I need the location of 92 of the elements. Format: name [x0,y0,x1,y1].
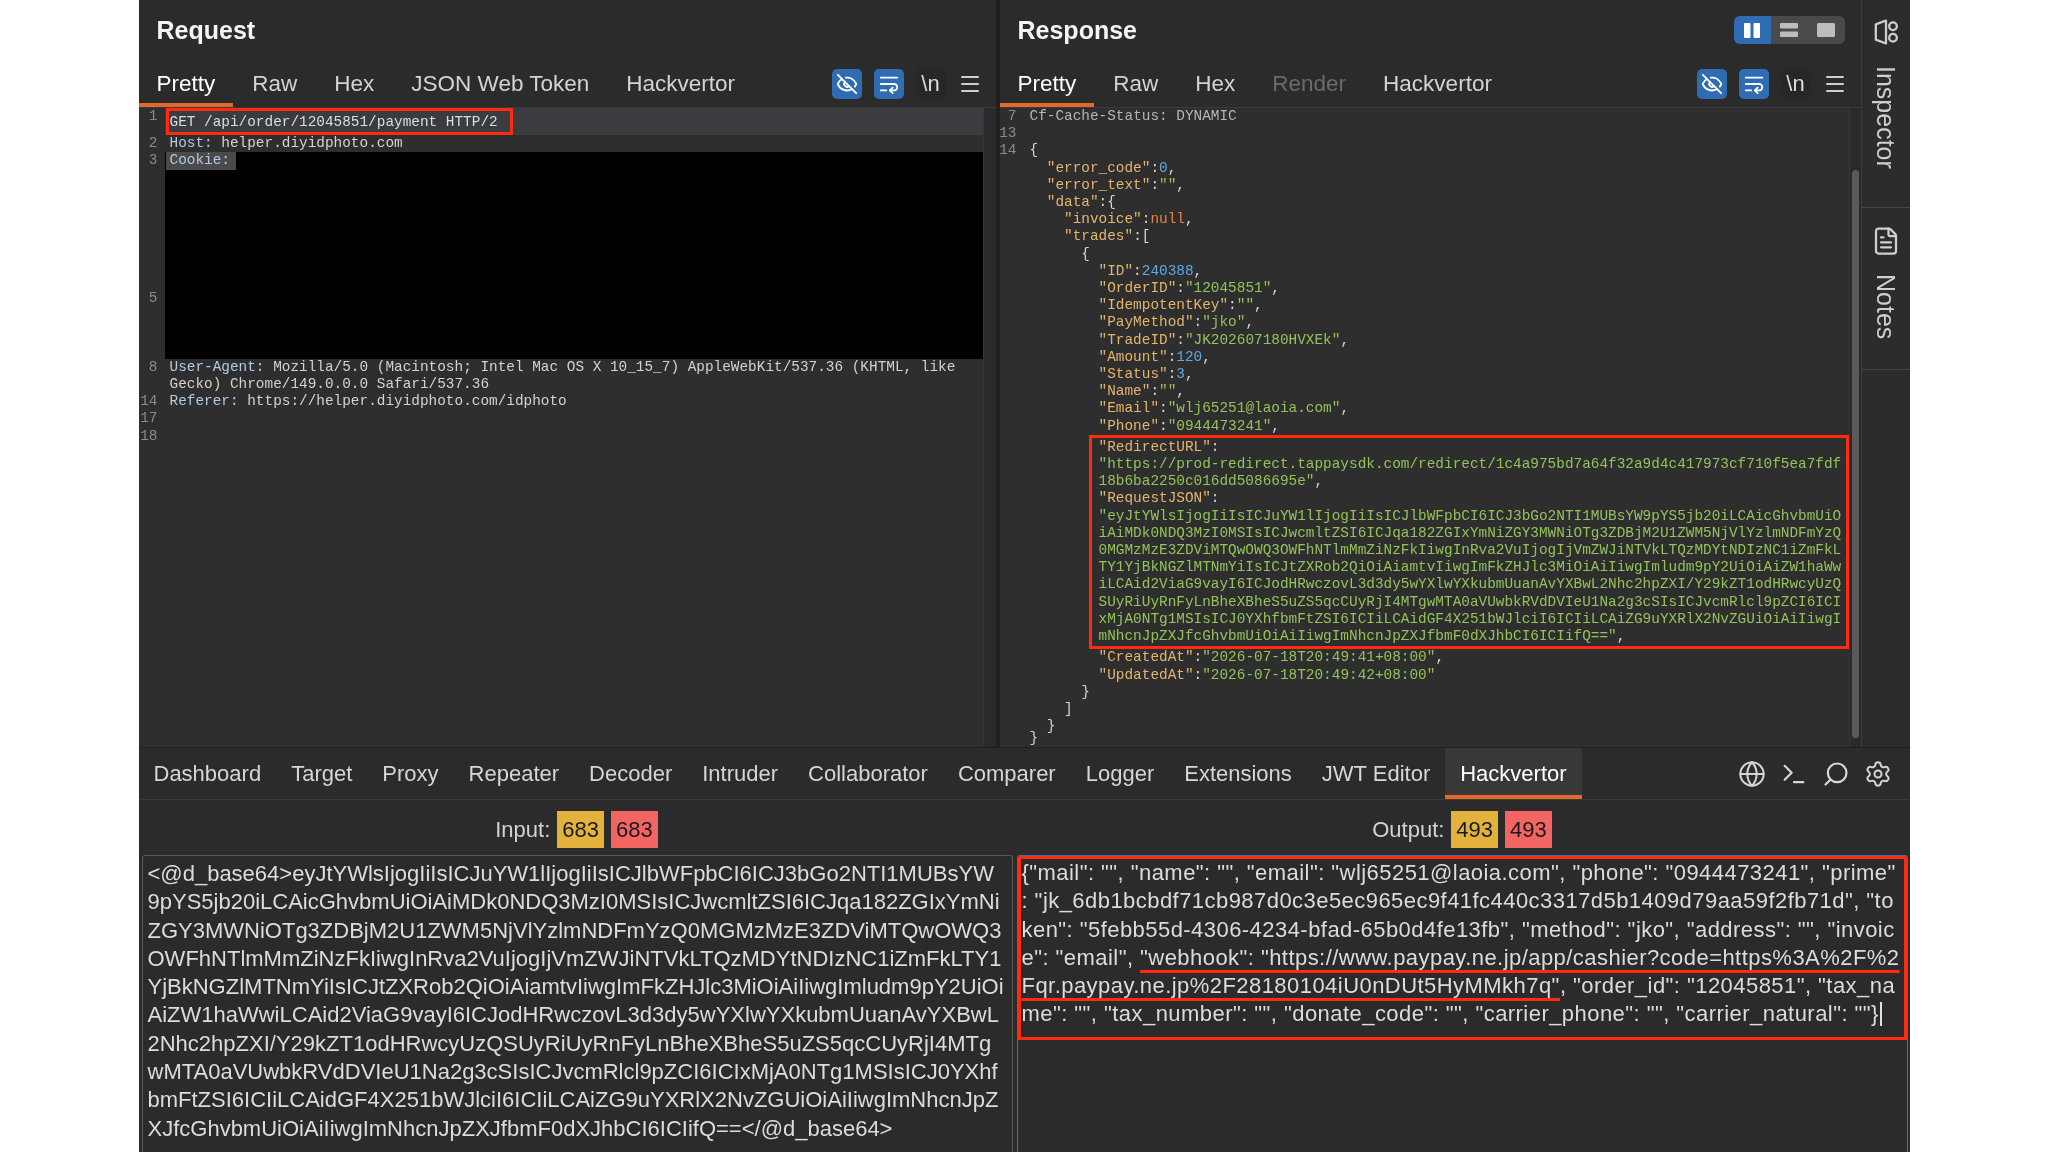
globe-icon[interactable] [1737,759,1766,788]
code-line: ] [1064,700,1074,719]
sidebar-tab[interactable]: Notes [1861,207,1910,371]
code-line: } [1046,718,1057,736]
search-icon[interactable] [1821,759,1850,788]
code-line: "trades":[ [1064,228,1152,246]
wrap-toggle[interactable] [873,68,904,99]
wrap-toggle[interactable] [1738,68,1769,99]
tool-tab[interactable]: JWT Editor [1306,748,1446,799]
input-field[interactable]: <@d_base64>eyJtYWlsIjogIiIsICJuYW1lIjogIiIsICJlbWFpbCI6ICJ3bGo2NTI1MUBsYW9pYS5jb20iLCAicGhvbmUiOiAiMDk0NDQ3MzI0MSIsICJwcmltZSI6ICJqa182ZGIxYmNiZGY3MWNiOTg3ZDBjM2U1ZWM5NjVlYzlmNDFmYzQ0MGMzMzE3ZDViMTQwOWQ3OWFhNTlmMmZiNzFkIiwgInRva2VuIjogIjVmZWJiNTVkLTQzMDYtNDIzNC1iZmFkLTY1YjBkNGZlMTNmYiIsICJtZXRob2QiOiAiamtvIiwgImFkZHJlc3MiOiAiIiwgImludm9pY2UiOiAiZW1haWwiLCAid2ViaG9vayI6ICJodHRwczovL3d3dy5wYXlwYXkubmUuanAvYXBwL2Nhc2hpZXI/Y29kZT1odHRwcyUzQSUyRiUyRnFyLnBheXBheS5uZS5qcCUyRjI4MTgwMTA0aVUwbkRVdDVIeU1Na2g3cSIsICJvcmRlcl9pZCI6ICIxMjA0NTg1MSIsICJ0YXhfbmFtZSI6ICIiLCAidGF4X251bWJlciI6ICIiLCAiZG9uYXRlX2NvZGUiOiAiIiwgImNhcnJpZXJfcGhvbmUiOiAiIiwgImNhcnJpZXJfbmF0dXJhbCI6ICIifQ==</@d_base64> [141,855,1013,1152]
tool-tab[interactable]: Repeater [453,748,575,799]
line-number: 5 [148,290,158,306]
line-number: 2 [148,135,158,152]
newline-toggle[interactable]: \n [1780,68,1811,99]
code-line: "error_text":"", [1046,176,1186,194]
line-number: 7 [1007,108,1017,124]
code-line: "eyJtYWlsIjogIiIsICJuYW1lIjogIiIsICJlbWFpbCI6ICJ3bGo2NTI1MUBsYW9pYS5jb20iLCAicGhvbmUiOiAiMDk0NDQ3MzI0MSIsICJwcmltZSI6ICJqa182ZGIxYmNiZGY3MWNiOTg3ZDBjM2U1ZWM5NjVlYzlmNDFmYzQ0MGMzMzE3ZDViMTQwOWQ3OWFhNTlmMmZiNzFkIiwgInRva2VuIjogIjVmZWJiNTVkLTQzMDYtNDIzNC1iZmFkLTY1YjBkNGZlMTNmYiIsICJtZXRob2QiOiAiamtvIiwgImFkZHJlc3MiOiAiIiwgImludm9pY2UiOiAiZW1haWwiLCAid2ViaG9vayI6ICJodHRwczovL3d3dy5wYXlwYXkubmUuanAvYXBwL2Nhc2hpZXI/Y29kZT1odHRwcyUzQSUyRiUyRnFyLnBheXBheS5uZS5qcCUyRjI4MTgwMTA0aVUwbkRVdDVIeU1Na2g3cSIsICJvcmRlcl9pZCI6ICIxMjA0NTg1MSIsICJ0YXhfbmFtZSI6ICIiLCAidGF4X251bWJlciI6ICIiLCAiZG9uYXRlX2NvZGUiOiAiIiwgImNhcnJpZXJfcGhvbmUiOiAiIiwgImNhcnJpZXJfbmF0dXJhbCI6ICIifQ==", [1098,507,1843,646]
code-line: "Amount":120, [1098,348,1212,367]
line-number: 13 [999,125,1017,142]
view-tab[interactable]: Raw [1094,60,1177,107]
scrollbar-thumb[interactable] [1851,170,1859,738]
view-tab[interactable]: Hackvertor [607,60,754,107]
code-line: Referer: https://helper.diyidphoto.com/idphoto [169,393,568,411]
tool-tab[interactable]: Dashboard [138,748,277,799]
code-line: { [1029,142,1040,160]
code-line: "Status":3, [1098,366,1195,384]
rectangle-icon [1817,23,1835,37]
line-number: 17 [140,410,158,427]
count-badge: 683 [611,811,658,848]
code-line: } [1029,729,1040,747]
code-line: "error_code":0, [1046,159,1178,177]
panel-title: Request [156,15,256,45]
code-line: "ID":240388, [1098,262,1204,281]
code-line: "https://prod-redirect.tappaysdk.com/redirect/1c4a975bd7a64f32a9d4c417973cf710f5ea7fdf18b6ba2250c016dd5086695e", [1098,456,1843,491]
newline-toggle[interactable]: \n [915,68,946,99]
line-number: 8 [148,358,158,375]
tool-tab[interactable]: Comparer [942,748,1071,799]
code-line: "OrderID":"12045851", [1098,280,1281,298]
scrollbar-track[interactable] [982,108,996,747]
tool-tab[interactable]: Hackvertor [1445,748,1582,799]
code-line: "Phone":"0944473241", [1098,417,1281,435]
columns-icon [1744,22,1760,38]
rows-icon [1780,23,1798,37]
line-number: 14 [140,393,158,410]
view-tab[interactable]: Hackvertor [1364,60,1510,107]
code-line: GET /api/order/12045851/payment HTTP/2 [169,114,498,132]
output-field[interactable] [1016,855,1908,1152]
code-line: "invoice":null, [1064,211,1195,229]
line-number: 18 [140,427,158,444]
code-line: "data":{ [1046,194,1117,212]
code-line: Host: helper.diyidphoto.com [169,135,404,153]
count-badge: 683 [557,811,604,848]
line-number: 1 [148,108,158,124]
hide-toggle[interactable] [831,68,862,99]
tool-tab[interactable]: Decoder [574,748,688,799]
code-line: "IdempotentKey":"", [1098,297,1264,315]
code-line: "CreatedAt":"2026-07-18T20:49:41+08:00", [1098,649,1445,667]
scrollbar-track[interactable] [1848,108,1861,747]
view-tab[interactable]: Raw [233,60,316,107]
tool-tab[interactable]: Proxy [367,748,454,799]
layout-button[interactable] [1733,16,1771,44]
tool-tab[interactable]: Collaborator [793,748,943,799]
sidebar-tab[interactable]: Inspector [1861,0,1910,208]
line-number: 14 [999,142,1017,159]
eye-off-icon [835,72,858,95]
eye-off-icon [1700,72,1723,95]
code-line: "UpdatedAt":"2026-07-18T20:49:42+08:00" [1098,666,1437,684]
code-line: { [1081,245,1091,263]
code-line: "PayMethod":"jko", [1098,314,1256,332]
tool-tab[interactable]: Intruder [687,748,794,799]
code-line: "Name":"", [1098,383,1186,401]
view-tab[interactable]: JSON Web Token [392,60,608,107]
hide-toggle[interactable] [1696,68,1727,99]
panel-title: Response [1017,15,1137,45]
tool-tab[interactable]: Extensions [1169,748,1307,799]
settings-icon[interactable] [1863,759,1892,788]
code-line: "RedirectURL": [1098,438,1221,457]
code-line: } [1081,683,1091,701]
count-badge: 493 [1505,811,1552,848]
line-number: 3 [148,152,158,169]
tool-tab[interactable]: Logger [1070,748,1170,799]
code-line: "TradeID":"JK202607180HVXEk", [1098,331,1351,349]
output-label: Output: [1372,816,1445,843]
code-line: "RequestJSON": [1098,490,1221,508]
view-tab[interactable]: Hex [1176,60,1254,107]
code-line: "Email":"wlj65251@laoia.com", [1098,400,1350,418]
output-text: {"mail": "", "name": "", "email": "wlj65251@laoia.com", "phone": "0944473241", "prime": "jk_6db1bcbdf71cb987d0c3e5ec965ec9f41fc440c3317d5b1409d79aa59f2fb71d", "token": "5febb55d-4306-4234-bfad-65b0d4fe13fb", "method": "jko", "address": "", "invoice": "email", "webhook": "https://www.paypay.ne.jp/app/cashier?code=https%3A%2F%2Fqr.paypay.ne.jp%2F28180104iU0nDUt5HyMMkh7q", "order_id": "12045851", "tax_name": "", "tax_number": "", "donate_code": "", "carrier_phone": "", "carrier_natural": ""} [1021,860,1900,1027]
view-tab[interactable]: Hex [315,60,393,107]
tool-tab[interactable]: Target [276,748,368,799]
code-line: Cf-Cache-Status: DYNAMIC [1029,108,1238,126]
count-badge: 493 [1451,811,1499,848]
input-label: Input: [495,816,551,843]
